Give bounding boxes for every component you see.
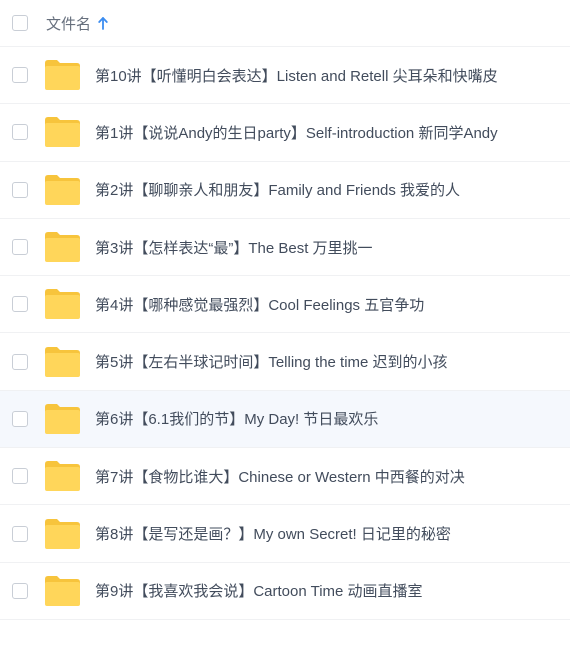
file-name[interactable]: 第1讲【说说Andy的生日party】Self-introduction 新同学… (95, 122, 498, 143)
file-row[interactable]: 第1讲【说说Andy的生日party】Self-introduction 新同学… (0, 104, 570, 162)
file-row[interactable]: 第9讲【我喜欢我会说】Cartoon Time 动画直播室 (0, 563, 570, 620)
row-checkbox[interactable] (12, 124, 28, 141)
file-row[interactable]: 第7讲【食物比谁大】Chinese or Western 中西餐的对决 (0, 448, 570, 506)
file-row[interactable]: 第3讲【怎样表达“最”】The Best 万里挑一 (0, 219, 570, 277)
row-checkbox[interactable] (12, 181, 28, 198)
file-name[interactable]: 第6讲【6.1我们的节】My Day! 节日最欢乐 (95, 408, 378, 429)
file-list: 文件名 第10讲【听懂明白会表达】Listen and Retell 尖耳朵和快… (0, 0, 570, 620)
row-checkbox[interactable] (12, 582, 28, 599)
file-name[interactable]: 第9讲【我喜欢我会说】Cartoon Time 动画直播室 (95, 580, 423, 601)
file-row[interactable]: 第10讲【听懂明白会表达】Listen and Retell 尖耳朵和快嘴皮 (0, 47, 570, 105)
file-name[interactable]: 第5讲【左右半球记时间】Telling the time 迟到的小孩 (95, 351, 448, 372)
file-row[interactable]: 第4讲【哪种感觉最强烈】Cool Feelings 五官争功 (0, 276, 570, 334)
file-name[interactable]: 第4讲【哪种感觉最强烈】Cool Feelings 五官争功 (95, 294, 424, 315)
file-row-hovered[interactable]: 第6讲【6.1我们的节】My Day! 节日最欢乐 (0, 390, 570, 449)
folder-icon (45, 60, 80, 91)
file-name[interactable]: 第3讲【怎样表达“最”】The Best 万里挑一 (95, 237, 373, 258)
file-name[interactable]: 第8讲【是写还是画？】My own Secret! 日记里的秘密 (95, 523, 451, 544)
file-name[interactable]: 第2讲【聊聊亲人和朋友】Family and Friends 我爱的人 (95, 179, 460, 200)
file-row[interactable]: 第2讲【聊聊亲人和朋友】Family and Friends 我爱的人 (0, 162, 570, 219)
select-all-checkbox[interactable] (12, 15, 28, 31)
folder-icon (45, 346, 80, 377)
column-label: 文件名 (46, 15, 92, 33)
row-checkbox[interactable] (12, 410, 28, 427)
file-name[interactable]: 第7讲【食物比谁大】Chinese or Western 中西餐的对决 (95, 466, 465, 487)
row-checkbox[interactable] (12, 468, 28, 485)
row-checkbox[interactable] (12, 353, 28, 370)
folder-icon (45, 117, 80, 148)
row-checkbox[interactable] (12, 525, 28, 542)
folder-icon (45, 518, 80, 549)
folder-icon (45, 289, 80, 320)
folder-icon (45, 232, 80, 263)
folder-icon (45, 403, 80, 434)
file-row[interactable]: 第8讲【是写还是画？】My own Secret! 日记里的秘密 (0, 505, 570, 563)
file-row[interactable]: 第5讲【左右半球记时间】Telling the time 迟到的小孩 (0, 333, 570, 391)
file-name[interactable]: 第10讲【听懂明白会表达】Listen and Retell 尖耳朵和快嘴皮 (95, 65, 498, 86)
folder-icon (45, 461, 80, 492)
row-checkbox[interactable] (12, 67, 28, 84)
row-checkbox[interactable] (12, 296, 28, 313)
row-checkbox[interactable] (12, 239, 28, 256)
folder-icon (45, 575, 80, 606)
list-header: 文件名 (0, 0, 570, 47)
sort-by-name-header[interactable]: 文件名 (46, 13, 108, 34)
folder-icon (45, 174, 80, 205)
arrow-up-icon[interactable] (98, 16, 108, 30)
